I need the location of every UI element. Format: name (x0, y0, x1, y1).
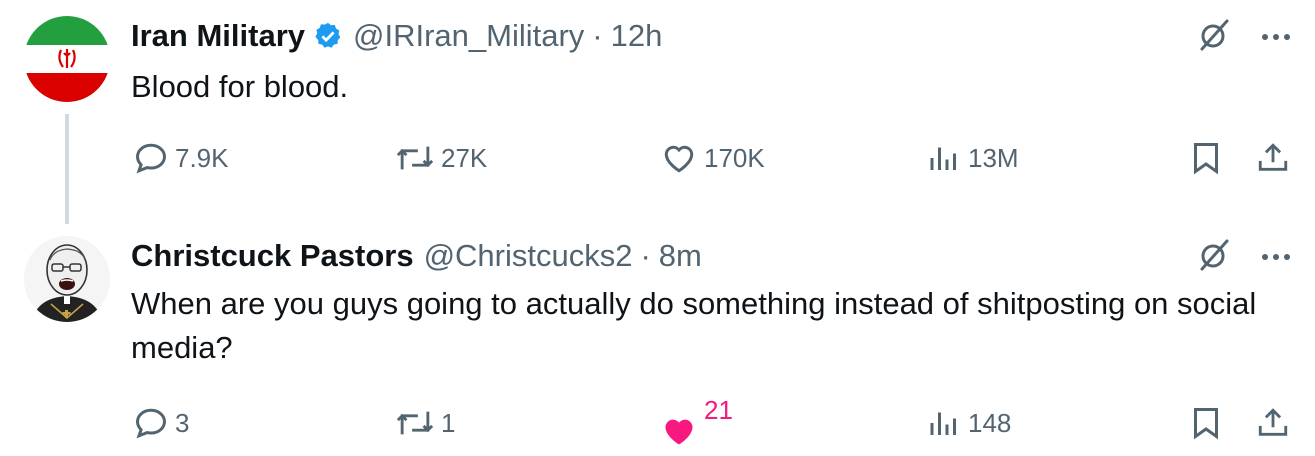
tweet-header: Iran Military @IRIran_Military · 12h (131, 16, 662, 56)
tweet-top-actions (1197, 18, 1291, 57)
bookmark-button[interactable] (1190, 140, 1228, 176)
user-handle[interactable]: @IRIran_Military (353, 18, 584, 54)
tweet-2[interactable]: Christcuck Pastors @Christcucks2 · 8m Wh… (0, 230, 1315, 456)
timestamp[interactable]: 8m (659, 238, 702, 274)
display-name[interactable]: Iran Military (131, 18, 305, 54)
verified-badge-icon (313, 21, 343, 51)
views-icon (930, 412, 956, 435)
bookmark-icon (1194, 143, 1218, 175)
avatar[interactable] (24, 16, 110, 102)
bookmark-icon (1194, 408, 1218, 440)
wojak-avatar-icon (24, 236, 110, 322)
reply-icon (135, 143, 167, 174)
repost-icon (396, 146, 434, 170)
user-handle[interactable]: @Christcucks2 (424, 238, 633, 274)
views-button[interactable]: 13M (926, 140, 1019, 176)
share-icon (1258, 143, 1288, 171)
share-icon (1258, 408, 1288, 436)
like-button[interactable]: 21 (660, 395, 733, 449)
grok-icon[interactable] (1197, 18, 1231, 57)
tweet-text: When are you guys going to actually do s… (131, 286, 1257, 365)
views-icon (930, 147, 956, 170)
more-icon[interactable] (1261, 29, 1291, 47)
tweet-top-actions (1197, 238, 1291, 277)
display-name[interactable]: Christcuck Pastors (131, 238, 414, 274)
views-count: 13M (968, 142, 1019, 173)
reply-count: 7.9K (175, 142, 229, 173)
timestamp[interactable]: 12h (611, 18, 663, 54)
avatar[interactable] (24, 236, 110, 322)
heart-icon (664, 145, 694, 173)
like-button[interactable]: 170K (660, 140, 765, 176)
tweet-header: Christcuck Pastors @Christcucks2 · 8m (131, 236, 702, 276)
like-count: 21 (704, 395, 733, 425)
separator-dot: · (592, 18, 603, 53)
thread-line (65, 114, 69, 224)
repost-count: 1 (441, 407, 456, 438)
share-button[interactable] (1256, 405, 1296, 441)
repost-button[interactable]: 27K (395, 140, 487, 176)
share-button[interactable] (1256, 140, 1296, 176)
grok-icon[interactable] (1197, 238, 1231, 277)
views-count: 148 (968, 407, 1012, 438)
repost-icon (396, 411, 434, 435)
like-count: 170K (704, 142, 765, 173)
repost-count: 27K (441, 142, 488, 173)
tweet-1[interactable]: Iran Military @IRIran_Military · 12h Blo (0, 0, 1315, 230)
reply-button[interactable]: 7.9K (133, 140, 229, 176)
iran-flag-avatar-icon (24, 16, 110, 102)
tweet-text: Blood for blood. (131, 69, 349, 104)
more-icon[interactable] (1261, 249, 1291, 267)
separator-dot: · (640, 238, 651, 273)
views-button[interactable]: 148 (926, 405, 1011, 441)
reply-icon (135, 408, 167, 439)
reply-count: 3 (175, 407, 190, 438)
repost-button[interactable]: 1 (395, 405, 455, 441)
heart-icon (665, 419, 693, 445)
bookmark-button[interactable] (1190, 405, 1228, 441)
reply-button[interactable]: 3 (133, 405, 189, 441)
